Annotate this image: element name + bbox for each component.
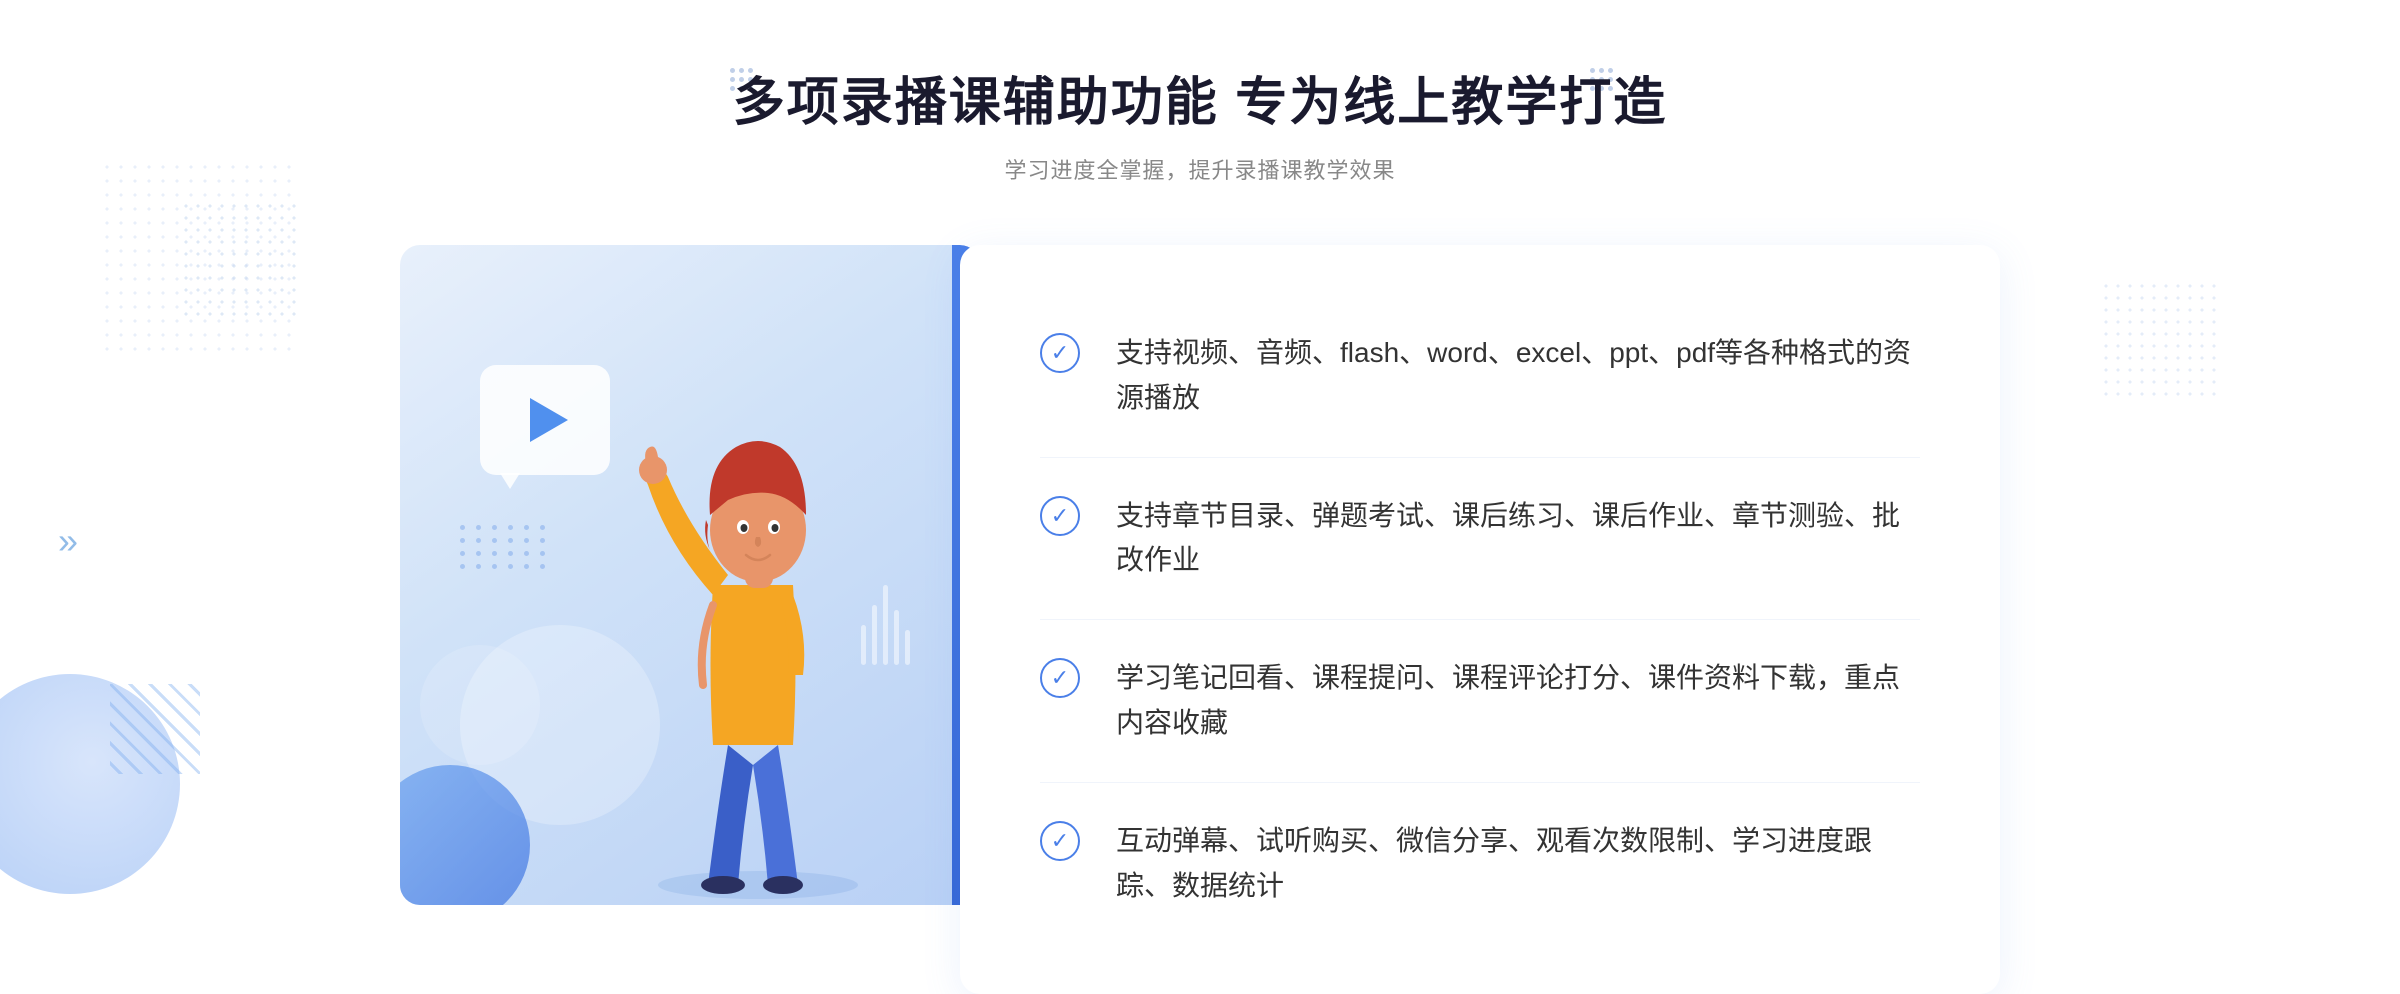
content-area: ✓ 支持视频、音频、flash、word、excel、ppt、pdf等各种格式的… [400,245,2000,994]
check-circle-1: ✓ [1040,333,1080,373]
page-subtitle: 学习进度全掌握，提升录播课教学效果 [733,153,1667,185]
feature-text-1: 支持视频、音频、flash、word、excel、ppt、pdf等各种格式的资源… [1116,331,1920,421]
feature-item: ✓ 支持视频、音频、flash、word、excel、ppt、pdf等各种格式的… [1040,295,1920,458]
feature-text-4: 互动弹幕、试听购买、微信分享、观看次数限制、学习进度跟踪、数据统计 [1116,819,1920,909]
illustration-wrapper [400,245,980,994]
stripe-decoration [110,684,200,774]
check-mark-2: ✓ [1051,505,1069,527]
check-circle-3: ✓ [1040,658,1080,698]
play-icon [530,398,568,442]
check-circle-2: ✓ [1040,496,1080,536]
feature-text-2: 支持章节目录、弹题考试、课后练习、课后作业、章节测验、批改作业 [1116,494,1920,584]
chevron-left-decoration: » [58,520,78,562]
features-panel: ✓ 支持视频、音频、flash、word、excel、ppt、pdf等各种格式的… [960,245,2000,994]
feature-item: ✓ 支持章节目录、弹题考试、课后练习、课后作业、章节测验、批改作业 [1040,458,1920,621]
person-figure [588,365,928,905]
feature-text-3: 学习笔记回看、课程提问、课程评论打分、课件资料下载，重点内容收藏 [1116,656,1920,746]
check-mark-4: ✓ [1051,830,1069,852]
check-mark-1: ✓ [1051,342,1069,364]
check-circle-4: ✓ [1040,821,1080,861]
deco-dots-grid [460,525,548,569]
feature-item: ✓ 学习笔记回看、课程提问、课程评论打分、课件资料下载，重点内容收藏 [1040,620,1920,783]
check-mark-3: ✓ [1051,667,1069,689]
bg-dots-left [180,200,300,320]
bg-dots-right [2100,280,2220,400]
illustration-card [400,245,980,905]
deco-circle-medium [420,645,540,765]
page-title: 多项录播课辅助功能 专为线上教学打造 [733,60,1667,135]
page-container: » 多项录播课辅助功能 专为线上教学打造 学习进度全掌握，提升录播课教学效果 [0,0,2400,974]
feature-item: ✓ 互动弹幕、试听购买、微信分享、观看次数限制、学习进度跟踪、数据统计 [1040,783,1920,945]
header-section: 多项录播课辅助功能 专为线上教学打造 学习进度全掌握，提升录播课教学效果 [733,60,1667,185]
